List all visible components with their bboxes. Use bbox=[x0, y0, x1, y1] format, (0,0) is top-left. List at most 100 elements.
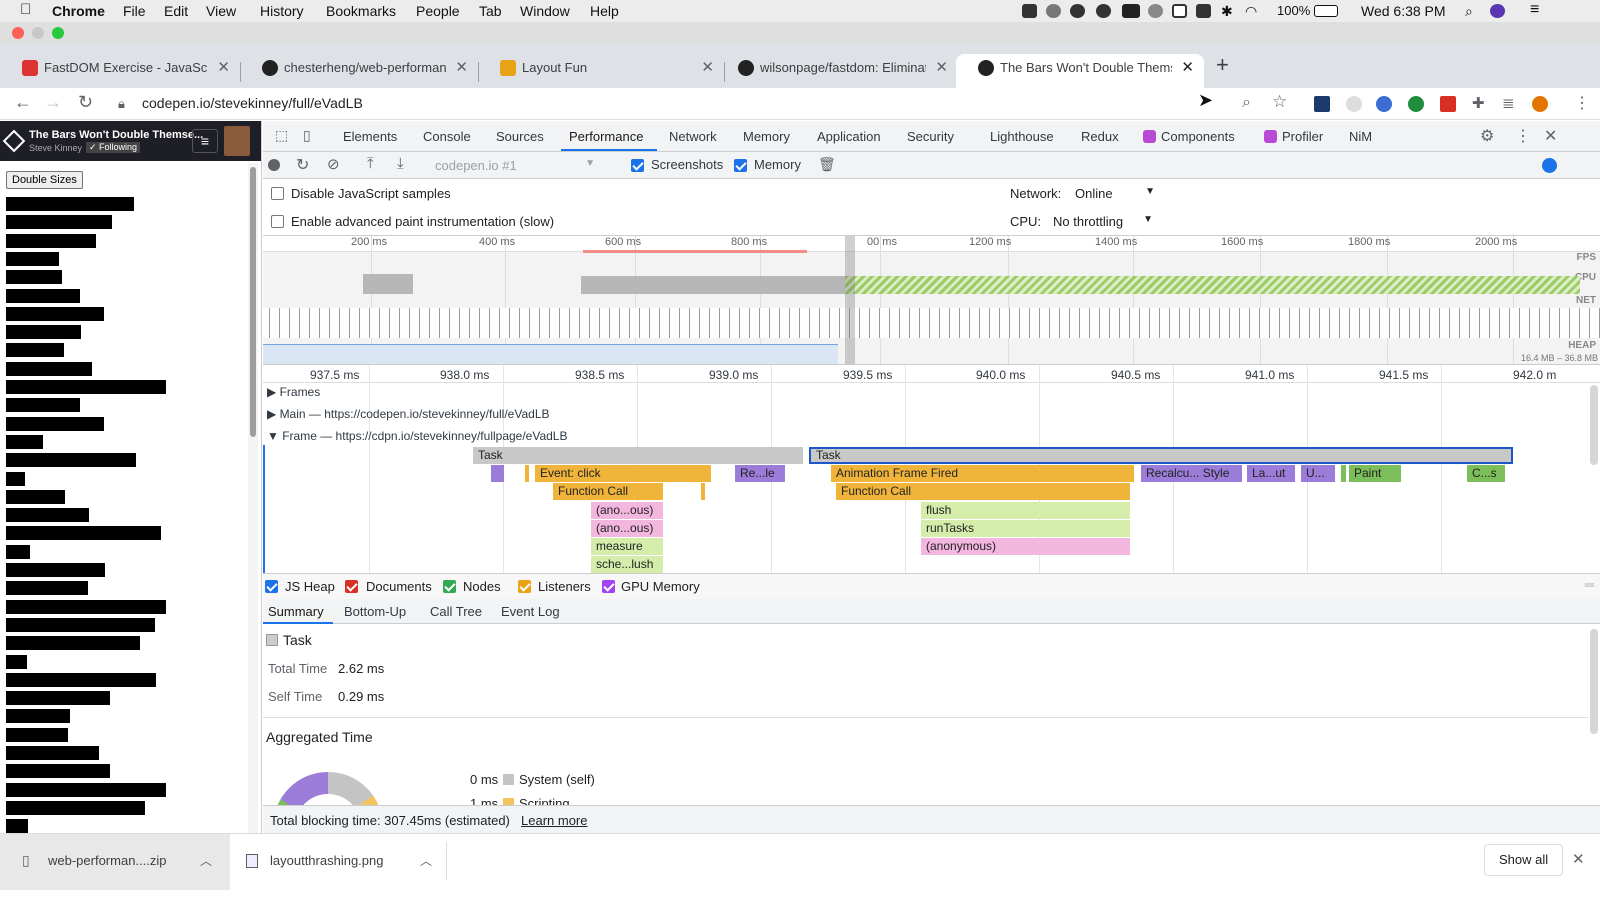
flame-composite[interactable]: C...s bbox=[1467, 465, 1505, 482]
status-paint-icon[interactable] bbox=[1070, 4, 1085, 18]
screenshots-checkbox[interactable] bbox=[631, 159, 644, 172]
status-1password-icon[interactable] bbox=[1096, 4, 1111, 18]
spotlight-search-icon[interactable]: ⌕ bbox=[1465, 3, 1473, 20]
flame-paint[interactable]: Paint bbox=[1349, 465, 1401, 482]
tab-network[interactable]: Network bbox=[669, 129, 717, 144]
flame-measure[interactable]: measure bbox=[591, 538, 663, 555]
profile-avatar-icon[interactable] bbox=[1532, 96, 1548, 112]
flame-flush[interactable]: flush bbox=[921, 502, 1130, 519]
download-item-zip[interactable]: ▯ web-performan....zip ︿ bbox=[0, 834, 230, 890]
page-scrollbar-thumb[interactable] bbox=[250, 167, 256, 437]
close-tab-icon[interactable]: ✕ bbox=[455, 54, 468, 82]
network-throttle-select[interactable]: Online ▼ bbox=[1075, 186, 1155, 201]
tab-nim[interactable]: NiM bbox=[1349, 129, 1372, 144]
flame-event[interactable] bbox=[701, 483, 705, 500]
tab-performance[interactable]: Performance bbox=[569, 129, 643, 144]
flame-event[interactable] bbox=[491, 465, 504, 482]
flame-anonymous[interactable]: (ano...ous) bbox=[591, 502, 663, 519]
show-all-downloads-button[interactable]: Show all bbox=[1484, 844, 1564, 876]
capture-settings-gear-icon[interactable] bbox=[1542, 158, 1557, 173]
menu-history[interactable]: History bbox=[260, 3, 304, 19]
tab-bottom-up[interactable]: Bottom-Up bbox=[344, 604, 406, 619]
address-bar-url[interactable]: codepen.io/stevekinney/full/eVadLB bbox=[142, 95, 363, 111]
lock-icon[interactable]: 🔒︎ bbox=[118, 96, 125, 112]
drag-handle-icon[interactable]: ═ bbox=[1585, 577, 1594, 592]
menu-help[interactable]: Help bbox=[590, 3, 619, 19]
flame-event[interactable] bbox=[525, 465, 529, 482]
extension-icon[interactable] bbox=[1376, 96, 1392, 112]
selection-handle[interactable] bbox=[845, 236, 855, 364]
status-b-icon[interactable] bbox=[1196, 4, 1211, 18]
flame-chart[interactable]: 937.5 ms 938.0 ms 938.5 ms 939.0 ms 939.… bbox=[263, 365, 1600, 573]
chevron-up-icon[interactable]: ︿ bbox=[200, 852, 212, 869]
close-downloads-icon[interactable]: ✕ bbox=[1572, 850, 1585, 868]
menu-edit[interactable]: Edit bbox=[164, 3, 188, 19]
browser-tab-github-web-performance[interactable]: chesterheng/web-performance ✕ bbox=[240, 54, 478, 88]
reload-profile-icon[interactable]: ↻ bbox=[296, 155, 309, 175]
flame-scrollbar-thumb[interactable] bbox=[1590, 385, 1598, 465]
menu-tab[interactable]: Tab bbox=[479, 3, 502, 19]
inspect-element-icon[interactable]: ⬚ bbox=[275, 127, 288, 144]
status-logo-icon[interactable] bbox=[1122, 4, 1140, 18]
advanced-paint-checkbox[interactable] bbox=[271, 215, 284, 228]
wifi-icon[interactable]: ◠ bbox=[1245, 3, 1257, 20]
device-toolbar-icon[interactable]: ▯ bbox=[303, 127, 311, 144]
collect-garbage-trash-icon[interactable]: 🗑︎ bbox=[818, 156, 836, 173]
apple-icon[interactable]:  bbox=[20, 1, 31, 18]
recording-select[interactable]: codepen.io #1 ▼ bbox=[435, 158, 595, 173]
chevron-up-icon[interactable]: ︿ bbox=[420, 852, 432, 869]
flame-update[interactable]: U... bbox=[1301, 465, 1335, 482]
user-avatar-icon[interactable] bbox=[1490, 4, 1505, 18]
js-heap-checkbox[interactable] bbox=[265, 580, 278, 593]
tab-profiler[interactable]: Profiler bbox=[1282, 129, 1323, 144]
close-tab-icon[interactable]: ✕ bbox=[701, 54, 714, 82]
flame-anonymous[interactable]: (ano...ous) bbox=[591, 520, 663, 537]
minimize-window-button[interactable] bbox=[32, 27, 44, 39]
codepen-logo-icon[interactable] bbox=[2, 129, 26, 153]
devtools-more-icon[interactable]: ⋮ bbox=[1515, 126, 1531, 146]
flame-schedule-flush[interactable]: sche...lush bbox=[591, 556, 663, 573]
tab-lighthouse[interactable]: Lighthouse bbox=[990, 129, 1054, 144]
documents-checkbox[interactable] bbox=[345, 580, 358, 593]
close-tab-icon[interactable]: ✕ bbox=[935, 54, 948, 82]
flame-animation-frame[interactable]: Animation Frame Fired bbox=[831, 465, 1134, 482]
frames-track[interactable]: ▶ Frames bbox=[267, 385, 320, 399]
devtools-settings-gear-icon[interactable]: ⚙ bbox=[1480, 126, 1494, 146]
clock[interactable]: Wed 6:38 PM bbox=[1361, 3, 1446, 19]
pen-author[interactable]: Steve Kinney bbox=[29, 143, 82, 153]
react-devtools-icon[interactable] bbox=[1314, 96, 1330, 112]
flame-relayout[interactable]: Re...le bbox=[735, 465, 785, 482]
tab-sources[interactable]: Sources bbox=[496, 129, 544, 144]
forward-arrow-icon[interactable]: → bbox=[44, 92, 62, 113]
devtools-close-icon[interactable]: ✕ bbox=[1544, 126, 1557, 146]
learn-more-link[interactable]: Learn more bbox=[521, 813, 587, 828]
check-extension-icon[interactable] bbox=[1408, 96, 1424, 112]
flame-event[interactable] bbox=[1341, 465, 1346, 482]
cpu-throttle-select[interactable]: No throttling ▼ bbox=[1053, 214, 1153, 229]
flame-event-click[interactable]: Event: click bbox=[535, 465, 711, 482]
flame-run-tasks[interactable]: runTasks bbox=[921, 520, 1130, 537]
main-track[interactable]: ▶ Main — https://codepen.io/stevekinney/… bbox=[267, 407, 550, 421]
close-tab-icon[interactable]: ✕ bbox=[1181, 54, 1194, 82]
status-book-icon[interactable] bbox=[1172, 4, 1187, 18]
close-window-button[interactable] bbox=[12, 27, 24, 39]
status-circle-icon[interactable] bbox=[1148, 4, 1163, 18]
listeners-checkbox[interactable] bbox=[518, 580, 531, 593]
menu-view[interactable]: View bbox=[206, 3, 236, 19]
flame-layout[interactable]: La...ut bbox=[1247, 465, 1295, 482]
download-item-png[interactable]: layoutthrashing.png ︿ bbox=[236, 834, 446, 890]
flame-function-call[interactable]: Function Call bbox=[553, 483, 663, 500]
tab-event-log[interactable]: Event Log bbox=[501, 604, 560, 619]
extension-icon[interactable] bbox=[1346, 96, 1362, 112]
chrome-menu-icon[interactable]: ⋮ bbox=[1574, 93, 1590, 113]
tab-security[interactable]: Security bbox=[907, 129, 954, 144]
flame-task[interactable]: Task bbox=[473, 447, 803, 464]
new-tab-plus-icon[interactable]: + bbox=[1216, 52, 1229, 78]
battery-icon[interactable] bbox=[1314, 5, 1338, 17]
memory-checkbox[interactable] bbox=[734, 159, 747, 172]
gpu-memory-checkbox[interactable] bbox=[602, 580, 615, 593]
menu-people[interactable]: People bbox=[416, 3, 460, 19]
browser-tab-bars-wont-double[interactable]: The Bars Won't Double Themselves ✕ bbox=[956, 54, 1204, 88]
tab-console[interactable]: Console bbox=[423, 129, 471, 144]
extensions-puzzle-icon[interactable]: ✚ bbox=[1472, 94, 1485, 112]
